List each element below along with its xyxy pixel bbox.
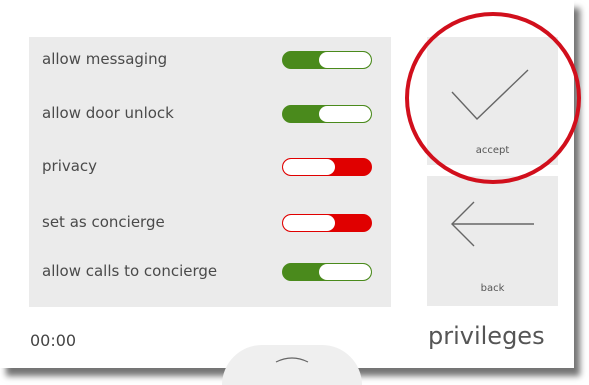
page-title: privileges — [428, 322, 545, 350]
pull-up-tab[interactable] — [222, 345, 362, 385]
back-button[interactable]: back — [427, 176, 558, 306]
setting-label: allow door unlock — [42, 104, 174, 122]
setting-row-privacy: privacy — [29, 147, 391, 185]
chevron-up-icon — [275, 357, 309, 363]
setting-label: set as concierge — [42, 213, 165, 231]
toggle-knob — [319, 106, 371, 122]
clock-time: 00:00 — [30, 331, 77, 350]
toggle-knob — [319, 52, 371, 68]
allow-door-unlock-toggle[interactable] — [282, 105, 372, 123]
allow-calls-to-concierge-toggle[interactable] — [282, 263, 372, 281]
device-screen: allow messaging allow door unlock privac… — [0, 0, 581, 385]
privileges-panel: allow messaging allow door unlock privac… — [29, 37, 391, 307]
setting-row-allow-calls-to-concierge: allow calls to concierge — [29, 252, 391, 290]
setting-row-allow-messaging: allow messaging — [29, 40, 391, 78]
set-as-concierge-toggle[interactable] — [282, 214, 372, 232]
privacy-toggle[interactable] — [282, 158, 372, 176]
setting-label: allow calls to concierge — [42, 262, 218, 280]
back-label: back — [480, 283, 505, 294]
toggle-knob — [283, 215, 335, 231]
highlight-circle — [405, 12, 581, 184]
setting-row-allow-door-unlock: allow door unlock — [29, 94, 391, 132]
toggle-knob — [283, 159, 335, 175]
toggle-knob — [319, 264, 371, 280]
setting-label: allow messaging — [42, 50, 168, 68]
setting-label: privacy — [42, 157, 98, 175]
allow-messaging-toggle[interactable] — [282, 51, 372, 69]
setting-row-set-as-concierge: set as concierge — [29, 203, 391, 241]
